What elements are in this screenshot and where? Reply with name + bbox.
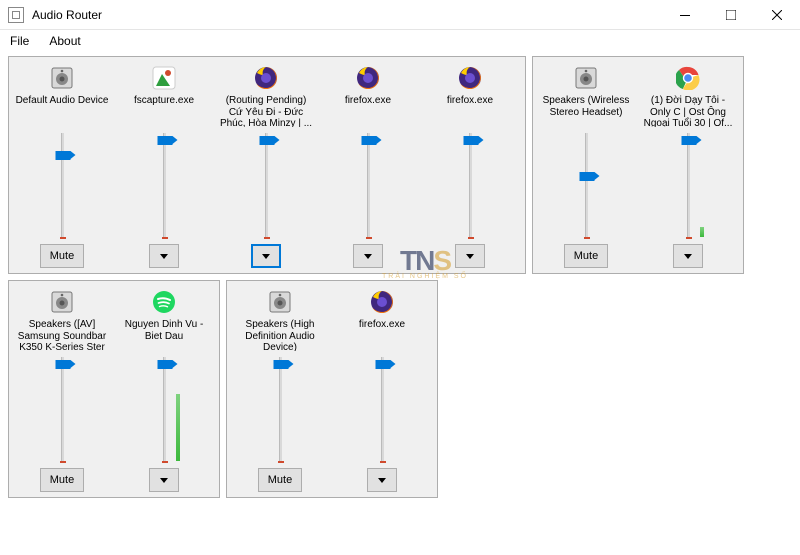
- audio-column-fscapture: fscapture.exe: [113, 61, 215, 269]
- audio-label: fscapture.exe: [130, 93, 198, 127]
- audio-column-speakers-wireless: Speakers (Wireless Stereo Headset) Mute: [535, 61, 637, 269]
- button-row: Mute: [564, 243, 608, 269]
- volume-thumb[interactable]: [55, 151, 70, 160]
- audio-column-speakers-av: Speakers ([AV] Samsung Soundbar K350 K-S…: [11, 285, 113, 493]
- audio-label: firefox.exe: [341, 93, 395, 127]
- volume-slider[interactable]: [11, 127, 113, 243]
- route-dropdown-button[interactable]: [673, 244, 703, 268]
- menubar: File About: [0, 30, 800, 52]
- route-dropdown-button[interactable]: [149, 468, 179, 492]
- volume-slider[interactable]: [419, 127, 521, 243]
- speaker-icon: [50, 63, 74, 93]
- audio-label: Speakers (High Definition Audio Device): [229, 317, 331, 351]
- volume-slider[interactable]: [229, 351, 331, 467]
- menu-file[interactable]: File: [6, 32, 33, 50]
- audio-column-ff-3: firefox.exe: [331, 285, 433, 493]
- device-panel: Speakers ([AV] Samsung Soundbar K350 K-S…: [8, 280, 220, 498]
- route-dropdown-button[interactable]: [455, 244, 485, 268]
- volume-slider[interactable]: [215, 127, 317, 243]
- volume-thumb[interactable]: [259, 136, 274, 145]
- firefox-icon: [370, 287, 394, 317]
- route-dropdown-button[interactable]: [367, 468, 397, 492]
- button-row: [149, 467, 179, 493]
- button-row: [353, 243, 383, 269]
- volume-slider[interactable]: [331, 351, 433, 467]
- audio-column-chrome-doi-day: (1) Đời Dạy Tôi - Only C | Ost Ông Ngoại…: [637, 61, 739, 269]
- volume-thumb[interactable]: [361, 136, 376, 145]
- button-row: Mute: [40, 467, 84, 493]
- audio-label: Nguyen Dinh Vu - Biet Dau: [113, 317, 215, 351]
- volume-slider[interactable]: [535, 127, 637, 243]
- level-meter: [700, 227, 704, 237]
- volume-slider[interactable]: [317, 127, 419, 243]
- volume-thumb[interactable]: [273, 360, 288, 369]
- audio-column-ff-1: firefox.exe: [317, 61, 419, 269]
- audio-label: firefox.exe: [443, 93, 497, 127]
- volume-thumb[interactable]: [55, 360, 70, 369]
- device-panel: Speakers (Wireless Stereo Headset) Mute (1…: [532, 56, 744, 274]
- device-panel: Default Audio Device Mute fscapture.exe (Ro…: [8, 56, 526, 274]
- spotify-icon: [152, 287, 176, 317]
- audio-column-ff-routing: (Routing Pending) Cứ Yêu Đi - Đức Phúc, …: [215, 61, 317, 269]
- button-row: [251, 243, 281, 269]
- speaker-icon: [50, 287, 74, 317]
- mute-button[interactable]: Mute: [40, 468, 84, 492]
- menu-about[interactable]: About: [45, 32, 84, 50]
- audio-column-speakers-hd: Speakers (High Definition Audio Device) M…: [229, 285, 331, 493]
- volume-thumb[interactable]: [375, 360, 390, 369]
- firefox-icon: [356, 63, 380, 93]
- device-panel: Speakers (High Definition Audio Device) M…: [226, 280, 438, 498]
- volume-thumb[interactable]: [157, 136, 172, 145]
- speaker-icon: [268, 287, 292, 317]
- button-row: [673, 243, 703, 269]
- audio-column-spotify-nguyen: Nguyen Dinh Vu - Biet Dau: [113, 285, 215, 493]
- route-dropdown-button[interactable]: [353, 244, 383, 268]
- volume-thumb[interactable]: [681, 136, 696, 145]
- audio-label: (Routing Pending) Cứ Yêu Đi - Đức Phúc, …: [215, 93, 317, 127]
- window-title: Audio Router: [32, 8, 662, 22]
- firefox-icon: [458, 63, 482, 93]
- window-maximize-button[interactable]: [708, 0, 754, 29]
- button-row: [149, 243, 179, 269]
- volume-slider[interactable]: [637, 127, 739, 243]
- firefox-icon: [254, 63, 278, 93]
- audio-label: (1) Đời Dạy Tôi - Only C | Ost Ông Ngoại…: [637, 93, 739, 127]
- speaker-icon: [574, 63, 598, 93]
- button-row: Mute: [40, 243, 84, 269]
- mute-button[interactable]: Mute: [40, 244, 84, 268]
- audio-label: Default Audio Device: [12, 93, 113, 127]
- audio-column-ff-2: firefox.exe: [419, 61, 521, 269]
- button-row: [367, 467, 397, 493]
- volume-slider[interactable]: [113, 127, 215, 243]
- mute-button[interactable]: Mute: [564, 244, 608, 268]
- route-dropdown-button[interactable]: [251, 244, 281, 268]
- volume-thumb[interactable]: [157, 360, 172, 369]
- titlebar: Audio Router: [0, 0, 800, 30]
- volume-thumb[interactable]: [463, 136, 478, 145]
- volume-slider[interactable]: [11, 351, 113, 467]
- audio-column-default-audio: Default Audio Device Mute: [11, 61, 113, 269]
- main-area: Default Audio Device Mute fscapture.exe (Ro…: [0, 52, 800, 506]
- volume-slider[interactable]: [113, 351, 215, 467]
- level-meter: [176, 394, 180, 461]
- audio-label: Speakers ([AV] Samsung Soundbar K350 K-S…: [11, 317, 113, 351]
- window-close-button[interactable]: [754, 0, 800, 29]
- route-dropdown-button[interactable]: [149, 244, 179, 268]
- mute-button[interactable]: Mute: [258, 468, 302, 492]
- app-icon: [8, 7, 24, 23]
- button-row: Mute: [258, 467, 302, 493]
- window-minimize-button[interactable]: [662, 0, 708, 29]
- volume-thumb[interactable]: [579, 172, 594, 181]
- audio-label: firefox.exe: [355, 317, 409, 351]
- fscapture-icon: [152, 63, 176, 93]
- button-row: [455, 243, 485, 269]
- audio-label: Speakers (Wireless Stereo Headset): [535, 93, 637, 127]
- chrome-icon: [676, 63, 700, 93]
